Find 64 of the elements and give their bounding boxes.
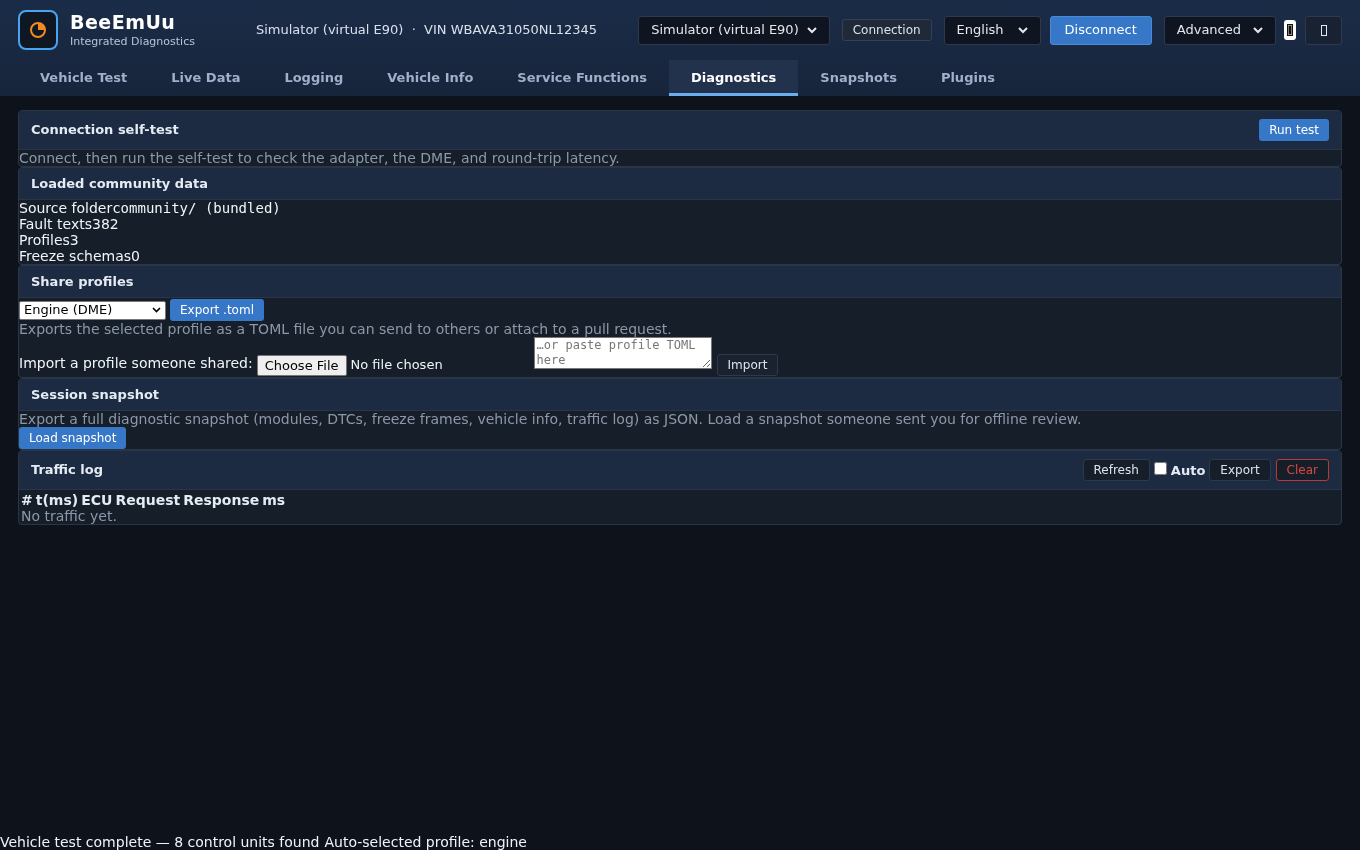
pie-chart-icon bbox=[29, 21, 47, 39]
paste-toml-field[interactable]: …or paste profile TOML here bbox=[533, 337, 712, 369]
tab[interactable]: Service Functions bbox=[495, 60, 669, 96]
data-label: Profiles bbox=[19, 232, 70, 248]
chevron-icon bbox=[1253, 26, 1263, 34]
tab[interactable]: Logging bbox=[262, 60, 366, 96]
data-value: community/ (bundled) bbox=[112, 200, 281, 216]
column-header: Response bbox=[183, 492, 260, 508]
phone-icon bbox=[1287, 24, 1293, 36]
connection-button[interactable]: Connection bbox=[841, 19, 932, 41]
data-label: Freeze schemas bbox=[19, 248, 132, 264]
connection-info: Simulator (virtual E90) · VIN WBAVA31050NL12345 bbox=[255, 21, 598, 40]
clear-button[interactable]: Clear bbox=[1275, 459, 1329, 481]
mode-select[interactable]: Advanced bbox=[1163, 15, 1276, 45]
language-select[interactable]: English bbox=[943, 15, 1041, 45]
column-header: Request bbox=[115, 492, 181, 508]
chevron-icon bbox=[806, 26, 817, 34]
hint-text: Exports the selected profile as a TOML file you can send to others or attach to a pull request. bbox=[19, 321, 673, 337]
device-button[interactable] bbox=[1284, 20, 1296, 40]
adapter-select[interactable]: Simulator (virtual E90) bbox=[638, 15, 830, 45]
hint-text: Export a full diagnostic snapshot (modules, DTCs, freeze frames, vehicle info, traffic log) as JSON. Load a snapshot someone sent you for offline review. bbox=[19, 411, 1083, 427]
tab[interactable]: Diagnostics bbox=[668, 60, 799, 96]
tab[interactable]: Snapshots bbox=[798, 60, 919, 96]
app-name: BeeEmUu bbox=[70, 11, 177, 35]
status-message: Vehicle test complete — 8 control units found bbox=[0, 834, 320, 850]
data-label: Source folder bbox=[19, 200, 113, 216]
column-header: # bbox=[21, 492, 33, 508]
card-title: Loaded community data bbox=[31, 174, 208, 193]
profile-select[interactable]: Engine (DME) bbox=[19, 300, 166, 320]
disconnect-button[interactable]: Disconnect bbox=[1049, 15, 1152, 45]
export-toml-button[interactable]: Export .toml bbox=[170, 299, 264, 321]
load-snapshot-button[interactable]: Load snapshot bbox=[19, 427, 127, 449]
chevron-icon bbox=[152, 307, 161, 313]
card-title: Share profiles bbox=[31, 272, 134, 291]
auto-checkbox[interactable] bbox=[1153, 462, 1167, 475]
card-title: Connection self-test bbox=[31, 121, 179, 140]
data-value: 382 bbox=[92, 216, 119, 232]
data-value: 0 bbox=[131, 248, 141, 264]
tab[interactable]: Plugins bbox=[918, 60, 1017, 96]
chevron-icon bbox=[1017, 26, 1028, 34]
file-status: No file chosen bbox=[350, 355, 444, 374]
icon-button[interactable] bbox=[1305, 15, 1342, 45]
tab[interactable]: Vehicle Test bbox=[18, 60, 150, 96]
column-header: ms bbox=[262, 492, 286, 508]
data-label: Fault texts bbox=[19, 216, 92, 232]
tab[interactable]: Vehicle Info bbox=[365, 60, 496, 96]
import-button[interactable]: Import bbox=[716, 354, 779, 376]
rectangle-icon bbox=[1320, 24, 1327, 36]
tab[interactable]: Live Data bbox=[149, 60, 263, 96]
hint-text: Connect, then run the self-test to check the adapter, the DME, and round-trip latency. bbox=[19, 150, 621, 166]
column-header: ECU bbox=[81, 492, 113, 508]
card-title: Session snapshot bbox=[31, 385, 160, 404]
choose-file-button[interactable]: Choose File bbox=[256, 355, 347, 376]
card-title: Traffic log bbox=[31, 461, 104, 480]
auto-label: Auto bbox=[1170, 462, 1206, 480]
status-message: Auto-selected profile: engine bbox=[324, 834, 527, 850]
column-header: t(ms) bbox=[35, 492, 79, 508]
refresh-button[interactable]: Refresh bbox=[1082, 459, 1150, 481]
run-test-button[interactable]: Run test bbox=[1259, 119, 1329, 141]
empty-message: No traffic yet. bbox=[20, 508, 118, 524]
app-subtitle: Integrated Diagnostics bbox=[70, 35, 195, 49]
export-button[interactable]: Export bbox=[1209, 459, 1271, 481]
data-value: 3 bbox=[69, 232, 79, 248]
import-label: Import a profile someone shared: bbox=[19, 354, 253, 373]
